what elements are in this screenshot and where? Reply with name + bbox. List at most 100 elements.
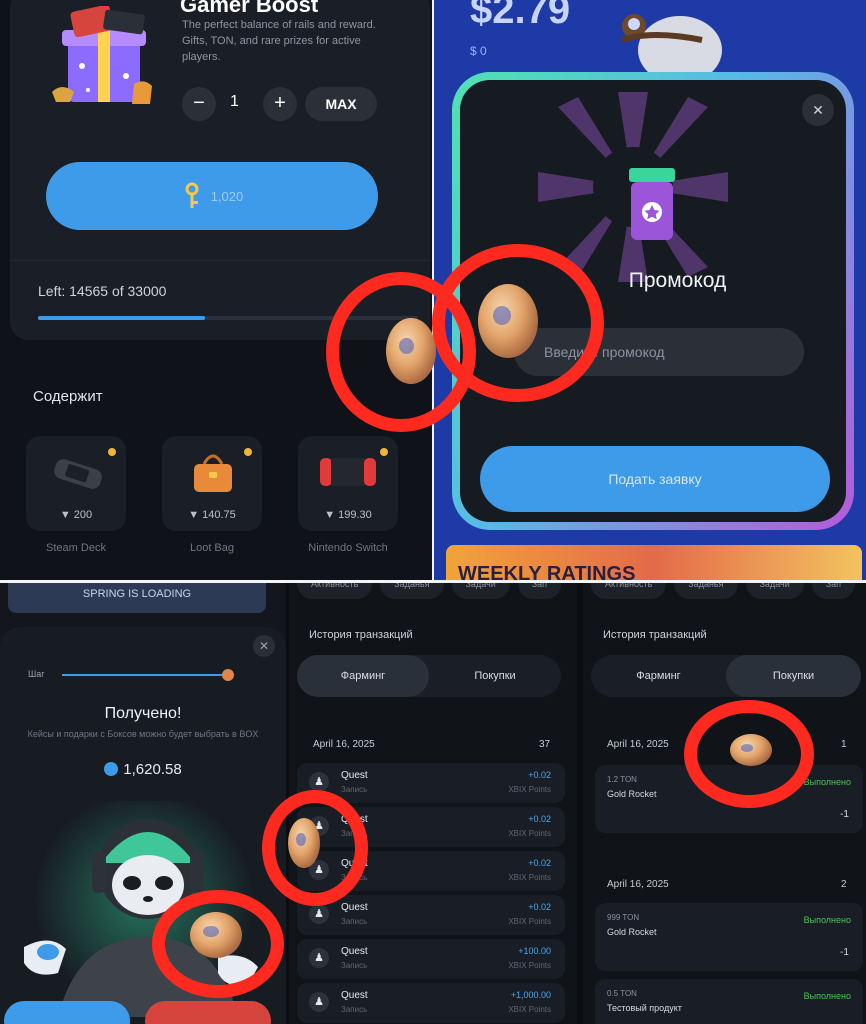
tx-sub: Запись [341, 1005, 368, 1014]
annotation-circle [684, 700, 814, 808]
section-title: История транзакций [309, 629, 413, 641]
chip[interactable]: Активность [297, 583, 373, 599]
content-item-card[interactable]: ▼ 199.30 [298, 436, 398, 531]
tx-amount: +0.02 [528, 902, 551, 912]
date-count: 2 [841, 879, 847, 890]
stock-left-text: Left: 14565 of 33000 [38, 283, 167, 299]
transaction-row[interactable]: ♟ Quest Запись +0.02 XBIX Points [297, 895, 565, 935]
tx-amount: +0.02 [528, 858, 551, 868]
egg-marker-icon [222, 669, 234, 681]
tx-amount: +100.00 [518, 946, 551, 956]
decrease-quantity-button[interactable]: − [182, 87, 216, 121]
content-item-card[interactable]: ▼ 200 [26, 436, 126, 531]
history-tabs: Фарминг Покупки [591, 655, 861, 697]
purchase-row[interactable]: 0.5 TON Тестовый продукт Выполнено [595, 979, 863, 1024]
tab-purchases[interactable]: Покупки [726, 655, 861, 697]
annotation-circle [432, 244, 604, 402]
purchase-row[interactable]: 999 TON Gold Rocket Выполнено -1 [595, 903, 863, 971]
item-name: Nintendo Switch [308, 542, 388, 554]
weekly-ratings-banner[interactable]: WEEKLY RATINGS [446, 545, 862, 580]
item-price: ▼ 140.75 [188, 509, 236, 521]
tx-note: XBIX Points [508, 961, 551, 970]
purchase-price: 1.2 TON [607, 775, 637, 784]
content-item-card[interactable]: ▼ 140.75 [162, 436, 262, 531]
chip[interactable]: Задачи [745, 583, 804, 599]
date-header: April 16, 2025 [607, 879, 669, 890]
history-tabs: Фарминг Покупки [297, 655, 561, 697]
purchase-qty: -1 [840, 947, 849, 958]
chip[interactable]: Заданья [674, 583, 738, 599]
tx-title: Quest [341, 946, 368, 957]
tx-amount: +0.02 [528, 814, 551, 824]
close-sheet-button[interactable]: ✕ [253, 635, 275, 657]
section-title: История транзакций [603, 629, 707, 641]
quest-icon: ♟ [309, 772, 329, 792]
purchase-price: 999 TON [607, 913, 640, 922]
received-subtitle: Кейсы и подарки с Боксов можно будет выб… [27, 729, 259, 739]
transaction-row[interactable]: ♟ Quest Запись +100.00 XBIX Points [297, 939, 565, 979]
stock-progress-fill [38, 316, 206, 320]
received-amount: 1,620.58 [0, 761, 286, 778]
tab-farming[interactable]: Фарминг [591, 655, 726, 697]
received-title: Получено! [104, 705, 182, 722]
category-chips: Активность Заданья Задачи Зап [591, 583, 856, 601]
ticket-icon [629, 168, 675, 240]
received-amount-value: 1,620.58 [123, 761, 182, 778]
purchase-item: Gold Rocket [607, 789, 657, 799]
annotation-circle [152, 890, 284, 998]
step-label: Шаг [28, 669, 45, 679]
item-name: Steam Deck [46, 542, 106, 554]
tx-sub: Запись [341, 917, 368, 926]
chip[interactable]: Зап [517, 583, 562, 599]
box-title: Gamer Boost [180, 0, 319, 17]
primary-action-button[interactable] [4, 1001, 130, 1024]
chip[interactable]: Заданья [380, 583, 444, 599]
date-count: 37 [539, 739, 551, 750]
chip[interactable]: Зап [811, 583, 856, 599]
loot-bag-icon [194, 454, 232, 492]
panel-separator [577, 583, 583, 1024]
panel-separator [0, 580, 866, 583]
tab-purchases[interactable]: Покупки [429, 655, 561, 697]
nintendo-switch-icon [320, 458, 376, 486]
wallet-balance: $2.79 [470, 0, 571, 32]
spring-banner[interactable]: SPRING IS LOADING [8, 583, 266, 613]
buy-button[interactable]: 1,020 [46, 162, 378, 230]
purchase-qty: -1 [840, 809, 849, 820]
chip[interactable]: Задачи [451, 583, 510, 599]
purchase-price: 0.5 TON [607, 989, 637, 998]
mascot-icon [621, 14, 722, 80]
item-price: ▼ 200 [59, 509, 93, 521]
tab-farming[interactable]: Фарминг [297, 655, 429, 697]
quantity-value: 1 [230, 93, 239, 110]
purchase-status: Выполнено [803, 991, 851, 1001]
purchase-item: Gold Rocket [607, 927, 657, 937]
transaction-row[interactable]: ♟ Quest Запись +1,000.00 XBIX Points [297, 983, 565, 1023]
buy-button-label: 1,020 [210, 188, 244, 204]
chip[interactable]: Активность [591, 583, 667, 599]
step-progress [62, 674, 222, 676]
item-price: ▼ 199.30 [324, 509, 372, 521]
max-quantity-button[interactable]: MAX [305, 87, 377, 121]
quest-icon: ♟ [309, 904, 329, 924]
increase-quantity-button[interactable]: + [263, 87, 297, 121]
tx-note: XBIX Points [508, 1005, 551, 1014]
tx-title: Quest [341, 990, 368, 1001]
quest-icon: ♟ [309, 948, 329, 968]
coin-dot-icon [244, 448, 252, 456]
wallet-balance-sub: $ 0 [470, 44, 487, 58]
item-name: Loot Bag [189, 542, 235, 554]
tx-note: XBIX Points [508, 917, 551, 926]
tx-note: XBIX Points [508, 785, 551, 794]
submit-promo-button[interactable]: Подать заявку [480, 446, 830, 512]
category-chips: Активность Заданья Задачи Зап [297, 583, 562, 601]
coin-dot-icon [380, 448, 388, 456]
tx-title: Quest [341, 770, 368, 781]
close-modal-button[interactable]: ✕ [802, 94, 834, 126]
contents-label: Содержит [33, 388, 103, 405]
purchase-status: Выполнено [803, 777, 851, 787]
purchase-status: Выполнено [803, 915, 851, 925]
banner-text: WEEKLY RATINGS [458, 563, 636, 580]
collage: Gamer Boost The perfect balance of rails… [0, 0, 866, 1024]
secondary-action-button[interactable] [145, 1001, 271, 1024]
